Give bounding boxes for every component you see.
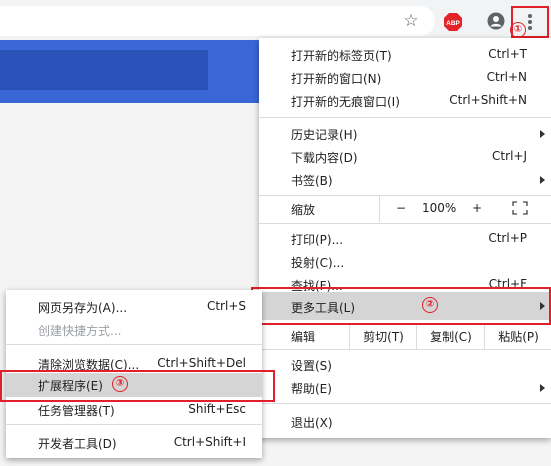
menu-item-label: 网页另存为(A)... xyxy=(38,301,128,315)
banner-search-area xyxy=(0,50,208,90)
menu-item-label: 任务管理器(T) xyxy=(38,404,115,418)
menu-item-new-window[interactable]: 打开新的窗口(N) Ctrl+N xyxy=(259,66,551,89)
menu-item-label: 帮助(E) xyxy=(291,382,332,396)
menu-item-settings[interactable]: 设置(S) xyxy=(259,353,551,376)
step-marker-3: ③ xyxy=(112,376,128,392)
step-marker-1: ① xyxy=(510,22,526,38)
edit-label: 编辑 xyxy=(291,330,316,344)
step-marker-2: ② xyxy=(422,297,438,313)
submenu-item-create-shortcut[interactable]: 创建快捷方式... xyxy=(6,318,262,341)
menu-item-shortcut: Ctrl+J xyxy=(492,149,527,163)
menu-zoom-row: 缩放 − 100% + xyxy=(259,196,551,222)
profile-icon[interactable] xyxy=(487,12,505,30)
submenu-item-save-page[interactable]: 网页另存为(A)... Ctrl+S xyxy=(6,295,262,318)
menu-item-label: 历史记录(H) xyxy=(291,128,358,142)
menu-item-label: 书签(B) xyxy=(291,174,333,188)
address-bar[interactable] xyxy=(0,6,435,36)
menu-item-shortcut: Shift+Esc xyxy=(188,402,246,416)
chrome-main-menu: 打开新的标签页(T) Ctrl+T 打开新的窗口(N) Ctrl+N 打开新的无… xyxy=(259,38,551,438)
menu-item-label: 开发者工具(D) xyxy=(38,437,117,451)
menu-item-help[interactable]: 帮助(E) xyxy=(259,376,551,399)
zoom-level: 100% xyxy=(422,201,457,215)
menu-item-label: 打开新的标签页(T) xyxy=(291,49,392,63)
adblock-plus-icon[interactable]: ABP xyxy=(444,13,462,31)
menu-item-bookmarks[interactable]: 书签(B) xyxy=(259,168,551,191)
abp-label: ABP xyxy=(446,20,460,27)
menu-item-label: 投射(C)... xyxy=(291,256,345,270)
zoom-label: 缩放 xyxy=(291,203,316,217)
submenu-arrow-icon xyxy=(540,130,545,138)
more-tools-highlight-box xyxy=(251,287,551,325)
menu-divider xyxy=(259,117,551,118)
zoom-out-button[interactable]: − xyxy=(396,201,406,215)
menu-divider xyxy=(259,349,551,350)
menu-item-cast[interactable]: 投射(C)... xyxy=(259,250,551,273)
menu-item-exit[interactable]: 退出(X) xyxy=(259,410,551,433)
menu-item-shortcut: Ctrl+Shift+Del xyxy=(157,356,246,370)
menu-divider xyxy=(6,344,262,345)
cut-button[interactable]: 剪切(T) xyxy=(349,325,417,349)
submenu-item-dev-tools[interactable]: 开发者工具(D) Ctrl+Shift+I xyxy=(6,431,262,454)
menu-item-label: 下载内容(D) xyxy=(291,151,358,165)
copy-button[interactable]: 复制(C) xyxy=(416,325,485,349)
menu-item-downloads[interactable]: 下载内容(D) Ctrl+J xyxy=(259,145,551,168)
menu-item-new-tab[interactable]: 打开新的标签页(T) Ctrl+T xyxy=(259,43,551,66)
menu-item-shortcut: Ctrl+S xyxy=(206,299,246,313)
bookmark-star-icon[interactable]: ☆ xyxy=(402,12,420,30)
kebab-menu-icon xyxy=(527,14,533,30)
zoom-in-button[interactable]: + xyxy=(472,201,482,215)
menu-item-new-incognito[interactable]: 打开新的无痕窗口(I) Ctrl+Shift+N xyxy=(259,89,551,112)
menu-divider xyxy=(259,403,551,404)
menu-divider xyxy=(259,223,551,224)
fullscreen-icon[interactable] xyxy=(512,201,528,215)
extensions-highlight-box xyxy=(0,370,275,402)
menu-item-shortcut: Ctrl+T xyxy=(488,47,527,61)
menu-item-shortcut: Ctrl+P xyxy=(488,231,527,245)
menu-divider xyxy=(6,424,262,425)
zoom-controls: − 100% + xyxy=(379,196,551,222)
menu-item-print[interactable]: 打印(P)... Ctrl+P xyxy=(259,227,551,250)
menu-item-label: 打印(P)... xyxy=(291,233,344,247)
submenu-arrow-icon xyxy=(540,176,545,184)
menu-item-shortcut: Ctrl+Shift+I xyxy=(173,435,246,449)
submenu-arrow-icon xyxy=(540,384,545,392)
menu-item-shortcut: Ctrl+Shift+N xyxy=(449,93,527,107)
menu-item-label: 打开新的无痕窗口(I) xyxy=(291,95,400,109)
menu-item-history[interactable]: 历史记录(H) xyxy=(259,122,551,145)
paste-button[interactable]: 粘贴(P) xyxy=(484,325,551,349)
menu-edit-row: 编辑 剪切(T) 复制(C) 粘贴(P) xyxy=(259,325,551,349)
menu-item-shortcut: Ctrl+N xyxy=(486,70,527,84)
browser-toolbar: ☆ ABP ① xyxy=(0,0,551,40)
menu-item-label: 创建快捷方式... xyxy=(38,324,122,338)
menu-item-label: 打开新的窗口(N) xyxy=(291,72,382,86)
menu-item-label: 设置(S) xyxy=(291,359,332,373)
menu-item-label: 退出(X) xyxy=(291,416,333,430)
